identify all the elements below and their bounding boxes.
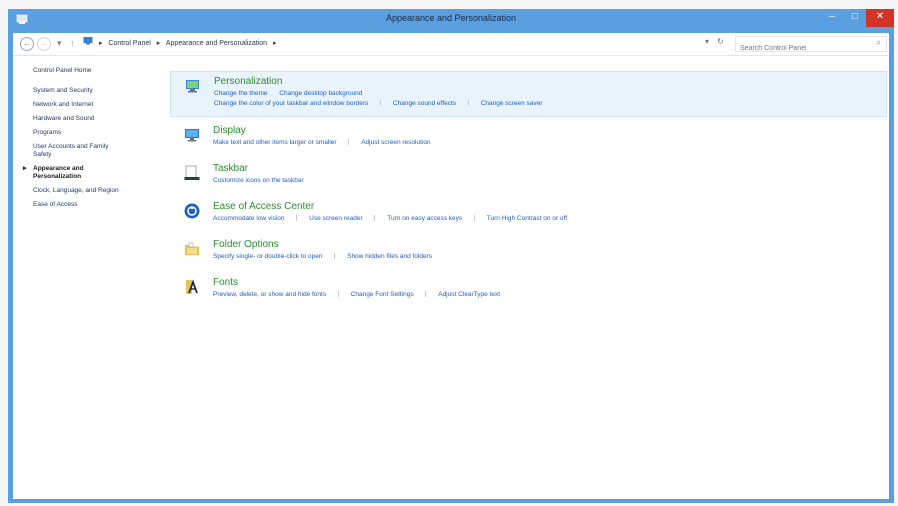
up-button[interactable]: ↑ (70, 37, 75, 49)
search-box[interactable]: ⌕ (735, 36, 887, 55)
sidebar-item-user-accounts[interactable]: User Accounts and Family Safety (33, 143, 123, 159)
window-title: Appearance and Personalization (385, 13, 517, 23)
display-icon (184, 127, 200, 143)
sidebar: Control Panel Home System and Security N… (23, 67, 163, 215)
link-text-size[interactable]: Make text and other items larger or smal… (213, 139, 337, 146)
category-links: Specify single- or double-click to open … (213, 253, 442, 260)
link-font-settings[interactable]: Change Font Settings (351, 291, 414, 298)
sidebar-item-hardware-sound[interactable]: Hardware and Sound (33, 115, 163, 123)
link-screen-reader[interactable]: Use screen reader (309, 215, 362, 222)
folder-options-icon (184, 241, 200, 257)
breadcrumb-icon (83, 37, 95, 47)
link-separator (380, 100, 382, 107)
refresh-icon[interactable]: ↻ (717, 37, 724, 46)
link-high-contrast[interactable]: Turn High Contrast on or off (487, 215, 567, 222)
link-screen-resolution[interactable]: Adjust screen resolution (361, 139, 430, 146)
window-client-area: ← → ▾ ↑ ▸ Control Panel ▸ Appearance and… (13, 33, 889, 499)
address-bar: ← → ▾ ↑ ▸ Control Panel ▸ Appearance and… (13, 33, 889, 56)
link-preview-fonts[interactable]: Preview, delete, or show and hide fonts (213, 291, 326, 298)
link-hidden-files[interactable]: Show hidden files and folders (347, 253, 432, 260)
link-separator (348, 139, 350, 146)
link-customize-taskbar-icons[interactable]: Customize icons on the taskbar (213, 177, 304, 184)
category-ease-of-access[interactable]: Ease of Access Center Accommodate low vi… (170, 197, 887, 233)
category-links: Change the color of your taskbar and win… (214, 100, 552, 107)
link-separator (467, 100, 469, 107)
sidebar-item-clock-language[interactable]: Clock, Language, and Region (33, 187, 163, 195)
maximize-button[interactable]: □ (844, 9, 866, 27)
link-change-theme[interactable]: Change the theme (214, 90, 267, 97)
sidebar-item-ease-of-access[interactable]: Ease of Access (33, 201, 163, 209)
minimize-button[interactable]: – (820, 9, 844, 27)
category-title[interactable]: Personalization (214, 76, 282, 87)
back-button[interactable]: ← (20, 37, 34, 51)
address-dropdown-button[interactable]: ▾ (705, 37, 709, 46)
category-fonts[interactable]: Fonts Preview, delete, or show and hide … (170, 273, 887, 309)
link-low-vision[interactable]: Accommodate low vision (213, 215, 285, 222)
personalization-icon (185, 78, 201, 94)
link-change-screen-saver[interactable]: Change screen saver (481, 100, 543, 107)
category-title[interactable]: Folder Options (213, 239, 279, 250)
category-title[interactable]: Display (213, 125, 246, 136)
title-bar[interactable]: Appearance and Personalization – □ ✕ (8, 9, 894, 31)
ease-of-access-icon (184, 203, 200, 219)
sidebar-item-appearance: Appearance and Personalization (23, 165, 113, 181)
category-list: Personalization Change the theme Change … (170, 71, 887, 311)
category-title[interactable]: Ease of Access Center (213, 201, 314, 212)
category-display[interactable]: Display Make text and other items larger… (170, 121, 887, 157)
link-separator (374, 215, 376, 222)
search-icon[interactable]: ⌕ (877, 38, 881, 48)
forward-button[interactable]: → (37, 37, 51, 51)
link-change-taskbar-color[interactable]: Change the color of your taskbar and win… (214, 100, 368, 107)
category-folder-options[interactable]: Folder Options Specify single- or double… (170, 235, 887, 271)
taskbar-icon (184, 165, 200, 181)
category-links: Customize icons on the taskbar (213, 177, 314, 184)
link-separator (425, 291, 427, 298)
breadcrumb-separator[interactable]: ▸ (273, 40, 277, 47)
breadcrumb-item-control-panel[interactable]: Control Panel (108, 40, 150, 47)
link-single-double-click[interactable]: Specify single- or double-click to open (213, 253, 322, 260)
link-separator (334, 253, 336, 260)
link-change-sound-effects[interactable]: Change sound effects (393, 100, 456, 107)
link-cleartype[interactable]: Adjust ClearType text (438, 291, 500, 298)
breadcrumb-item-appearance[interactable]: Appearance and Personalization (166, 40, 267, 47)
category-links: Change the theme Change desktop backgrou… (214, 90, 372, 97)
category-taskbar[interactable]: Taskbar Customize icons on the taskbar (170, 159, 887, 195)
category-links: Accommodate low vision Use screen reader… (213, 215, 577, 222)
link-separator (296, 215, 298, 222)
category-links: Make text and other items larger or smal… (213, 139, 441, 146)
breadcrumb-separator[interactable]: ▸ (99, 40, 103, 47)
breadcrumb-separator[interactable]: ▸ (157, 40, 161, 47)
link-change-desktop-background[interactable]: Change desktop background (279, 90, 362, 97)
sidebar-item-network-internet[interactable]: Network and Internet (33, 101, 163, 109)
category-personalization[interactable]: Personalization Change the theme Change … (170, 71, 887, 117)
recent-locations-button[interactable]: ▾ (57, 37, 62, 49)
sidebar-item-system-security[interactable]: System and Security (33, 87, 163, 95)
close-button[interactable]: ✕ (866, 9, 894, 27)
fonts-icon (184, 279, 200, 295)
sidebar-item-programs[interactable]: Programs (33, 129, 163, 137)
link-separator (337, 291, 339, 298)
link-access-keys[interactable]: Turn on easy access keys (387, 215, 462, 222)
search-input[interactable] (736, 42, 864, 55)
sidebar-item-control-panel-home[interactable]: Control Panel Home (33, 67, 163, 75)
control-panel-window: Appearance and Personalization – □ ✕ ← →… (8, 9, 894, 503)
category-title[interactable]: Taskbar (213, 163, 248, 174)
breadcrumb[interactable]: ▸ Control Panel ▸ Appearance and Persona… (83, 36, 723, 50)
link-separator (473, 215, 475, 222)
category-title[interactable]: Fonts (213, 277, 238, 288)
category-links: Preview, delete, or show and hide fonts … (213, 291, 510, 298)
